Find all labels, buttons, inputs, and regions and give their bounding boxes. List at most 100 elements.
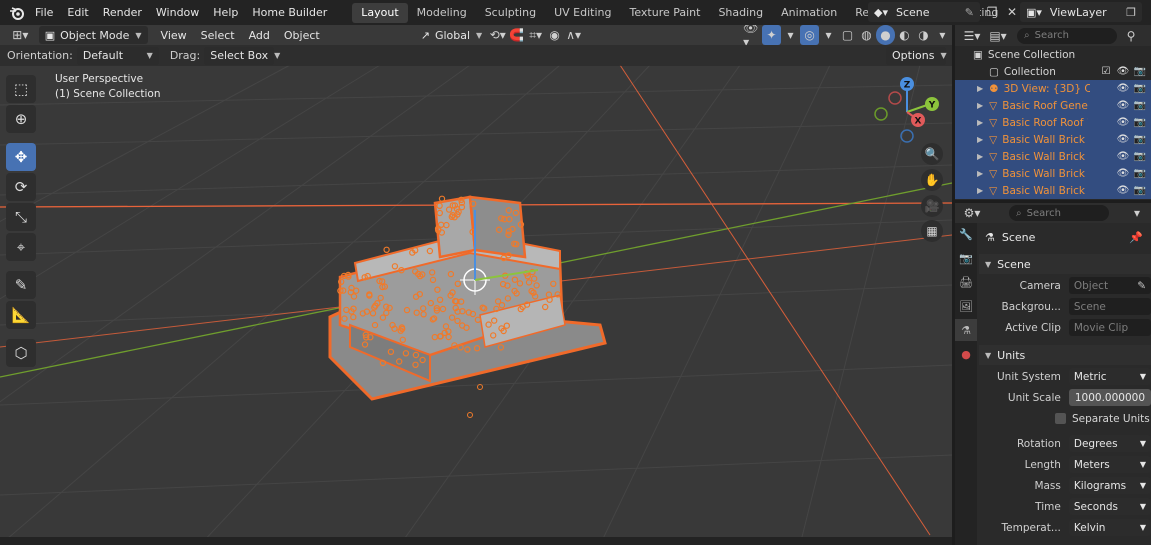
unit-scale-field[interactable]: 1000.000000: [1068, 389, 1151, 406]
measure-tool-icon[interactable]: 📐: [6, 301, 36, 329]
mode-selector[interactable]: ▣ Object Mode ▼: [38, 26, 148, 44]
tab-modeling[interactable]: Modeling: [408, 3, 476, 23]
camera-view-icon[interactable]: 🎥: [921, 195, 943, 217]
camera-field[interactable]: Object ✎: [1068, 277, 1151, 294]
gizmo-neg-x-icon[interactable]: [888, 91, 902, 105]
camera-icon[interactable]: 📷: [1133, 66, 1147, 77]
xray-icon[interactable]: ▢: [838, 25, 857, 45]
menu-edit[interactable]: Edit: [60, 3, 95, 23]
outliner-item[interactable]: ▶ ▽ Basic Wall Brick wa 👁📷: [955, 131, 1151, 148]
wireframe-shading-icon[interactable]: ◍: [857, 25, 876, 45]
ortho-grid-icon[interactable]: ▦: [921, 220, 943, 242]
expand-arrow-icon[interactable]: ▶: [977, 186, 983, 195]
pivot-icon[interactable]: ⟲▾: [488, 25, 507, 45]
scale-tool-icon[interactable]: ⤡: [6, 203, 36, 231]
menu-window[interactable]: Window: [149, 3, 206, 23]
expand-arrow-icon[interactable]: ▶: [977, 84, 983, 93]
menu-file[interactable]: File: [28, 3, 60, 23]
temperature-dropdown[interactable]: Kelvin ▼: [1068, 519, 1151, 536]
display-mode-icon[interactable]: ▤▾: [985, 26, 1011, 46]
outliner-editor-icon[interactable]: ☰▾: [959, 26, 985, 46]
eye-icon[interactable]: 👁: [1116, 66, 1130, 77]
outliner-item[interactable]: ▶ ▽ Basic Wall Brick wa 👁📷: [955, 182, 1151, 199]
expand-arrow-icon[interactable]: ▶: [977, 101, 983, 110]
shading-menu-icon[interactable]: ▾: [933, 25, 952, 45]
camera-icon[interactable]: 📷: [1133, 83, 1147, 94]
navigation-gizmo[interactable]: Z Y X: [872, 77, 942, 147]
transform-tool-icon[interactable]: ⌖: [6, 233, 36, 261]
3d-viewport[interactable]: ⊞▾ ▣ Object Mode ▼ View Select Add Objec…: [0, 25, 952, 545]
unit-system-dropdown[interactable]: Metric ▼: [1068, 368, 1151, 385]
menu-help[interactable]: Help: [206, 3, 245, 23]
separate-units-row[interactable]: Separate Units: [979, 409, 1151, 428]
options-dropdown[interactable]: Options ▼: [886, 46, 947, 65]
falloff-icon[interactable]: ∧▾: [564, 25, 583, 45]
outliner-item[interactable]: ▶ ▽ Basic Roof Roof 1 [👁📷: [955, 114, 1151, 131]
orientation-dropdown[interactable]: Default ▼: [76, 46, 159, 65]
move-tool-icon[interactable]: ✥: [6, 143, 36, 171]
new-view-layer-icon[interactable]: ❐: [1126, 6, 1136, 19]
tool-tab-icon[interactable]: 🔧: [955, 223, 977, 245]
units-panel-header[interactable]: ▼ Units: [979, 345, 1151, 365]
menu-view[interactable]: View: [154, 29, 194, 42]
properties-editor-icon[interactable]: ⚙▾: [957, 203, 987, 223]
tab-layout[interactable]: Layout: [352, 2, 408, 23]
tab-animation[interactable]: Animation: [772, 3, 846, 23]
gizmo-neg-z-icon[interactable]: [900, 129, 914, 143]
scene-tab-icon[interactable]: ⚗: [955, 319, 977, 341]
menu-object[interactable]: Object: [277, 29, 327, 42]
delete-scene-icon[interactable]: ✕: [1002, 2, 1022, 22]
menu-select[interactable]: Select: [194, 29, 242, 42]
gizmo-menu-icon[interactable]: ▾: [781, 25, 800, 45]
material-shading-icon[interactable]: ◐: [895, 25, 914, 45]
rotate-tool-icon[interactable]: ⟳: [6, 173, 36, 201]
transform-orientation-selector[interactable]: ↗ Global ▼: [415, 26, 488, 44]
expand-arrow-icon[interactable]: ▶: [977, 152, 983, 161]
editor-type-icon[interactable]: ⊞▾: [8, 25, 33, 45]
tab-uv-editing[interactable]: UV Editing: [545, 3, 620, 23]
menu-render[interactable]: Render: [96, 3, 149, 23]
background-field[interactable]: Scene: [1068, 298, 1151, 315]
camera-icon[interactable]: 📷: [1133, 185, 1147, 196]
outliner-search-input[interactable]: ⌕ Search: [1017, 27, 1117, 44]
pin-icon[interactable]: ✎: [965, 6, 974, 19]
overlay-menu-icon[interactable]: ▾: [819, 25, 838, 45]
output-tab-icon[interactable]: 🖨: [955, 271, 977, 293]
expand-arrow-icon[interactable]: ▶: [977, 118, 983, 127]
eye-icon[interactable]: 👁: [1116, 168, 1130, 179]
annotate-tool-icon[interactable]: ✎: [6, 271, 36, 299]
chevron-down-icon[interactable]: ▾: [1127, 203, 1147, 223]
time-dropdown[interactable]: Seconds ▼: [1068, 498, 1151, 515]
mass-dropdown[interactable]: Kilograms ▼: [1068, 477, 1151, 494]
scene-collection-row[interactable]: ▣ Scene Collection: [955, 46, 1151, 63]
gizmo-neg-y-icon[interactable]: [874, 107, 888, 121]
tab-texture-paint[interactable]: Texture Paint: [620, 3, 709, 23]
eyedropper-icon[interactable]: ✎: [1137, 280, 1146, 292]
cursor-tool-icon[interactable]: ⊕: [6, 105, 36, 133]
menu-home-builder[interactable]: Home Builder: [245, 3, 334, 23]
select-box-tool-icon[interactable]: ⬚: [6, 75, 36, 103]
eye-icon[interactable]: 👁: [1116, 117, 1130, 128]
scene-panel-header[interactable]: ▼ Scene: [979, 254, 1151, 274]
outliner-item[interactable]: ▶ ▽ Basic Roof Generic 👁📷: [955, 97, 1151, 114]
outliner-item[interactable]: ▶ ▽ Basic Wall Brick wa 👁📷: [955, 165, 1151, 182]
camera-icon[interactable]: 📷: [1133, 117, 1147, 128]
new-scene-icon[interactable]: ❐: [982, 2, 1002, 22]
scene-selector[interactable]: ◆▾ Scene ✎: [868, 2, 980, 22]
camera-icon[interactable]: 📷: [1133, 168, 1147, 179]
visibility-icon[interactable]: 👁▾: [743, 25, 762, 49]
add-cube-tool-icon[interactable]: ⬡: [6, 339, 36, 367]
zoom-icon[interactable]: 🔍: [921, 143, 943, 165]
overlay-toggle-icon[interactable]: ◎: [800, 25, 820, 45]
checkbox-icon[interactable]: ☑: [1099, 66, 1113, 77]
render-tab-icon[interactable]: 📷: [955, 247, 977, 269]
collection-row[interactable]: ▢ Collection ☑ 👁 📷: [955, 63, 1151, 80]
rendered-shading-icon[interactable]: ◑: [914, 25, 933, 45]
menu-add[interactable]: Add: [242, 29, 277, 42]
gizmo-toggle-icon[interactable]: ✦: [762, 25, 782, 45]
outliner-item[interactable]: ▶ ⚉ 3D View: {3D} Copy 👁📷: [955, 80, 1151, 97]
active-clip-field[interactable]: Movie Clip: [1068, 319, 1151, 336]
view-layer-selector[interactable]: ▣▾ ViewLayer ❐: [1020, 2, 1142, 22]
eye-icon[interactable]: 👁: [1116, 83, 1130, 94]
world-tab-icon[interactable]: ●: [955, 343, 977, 365]
